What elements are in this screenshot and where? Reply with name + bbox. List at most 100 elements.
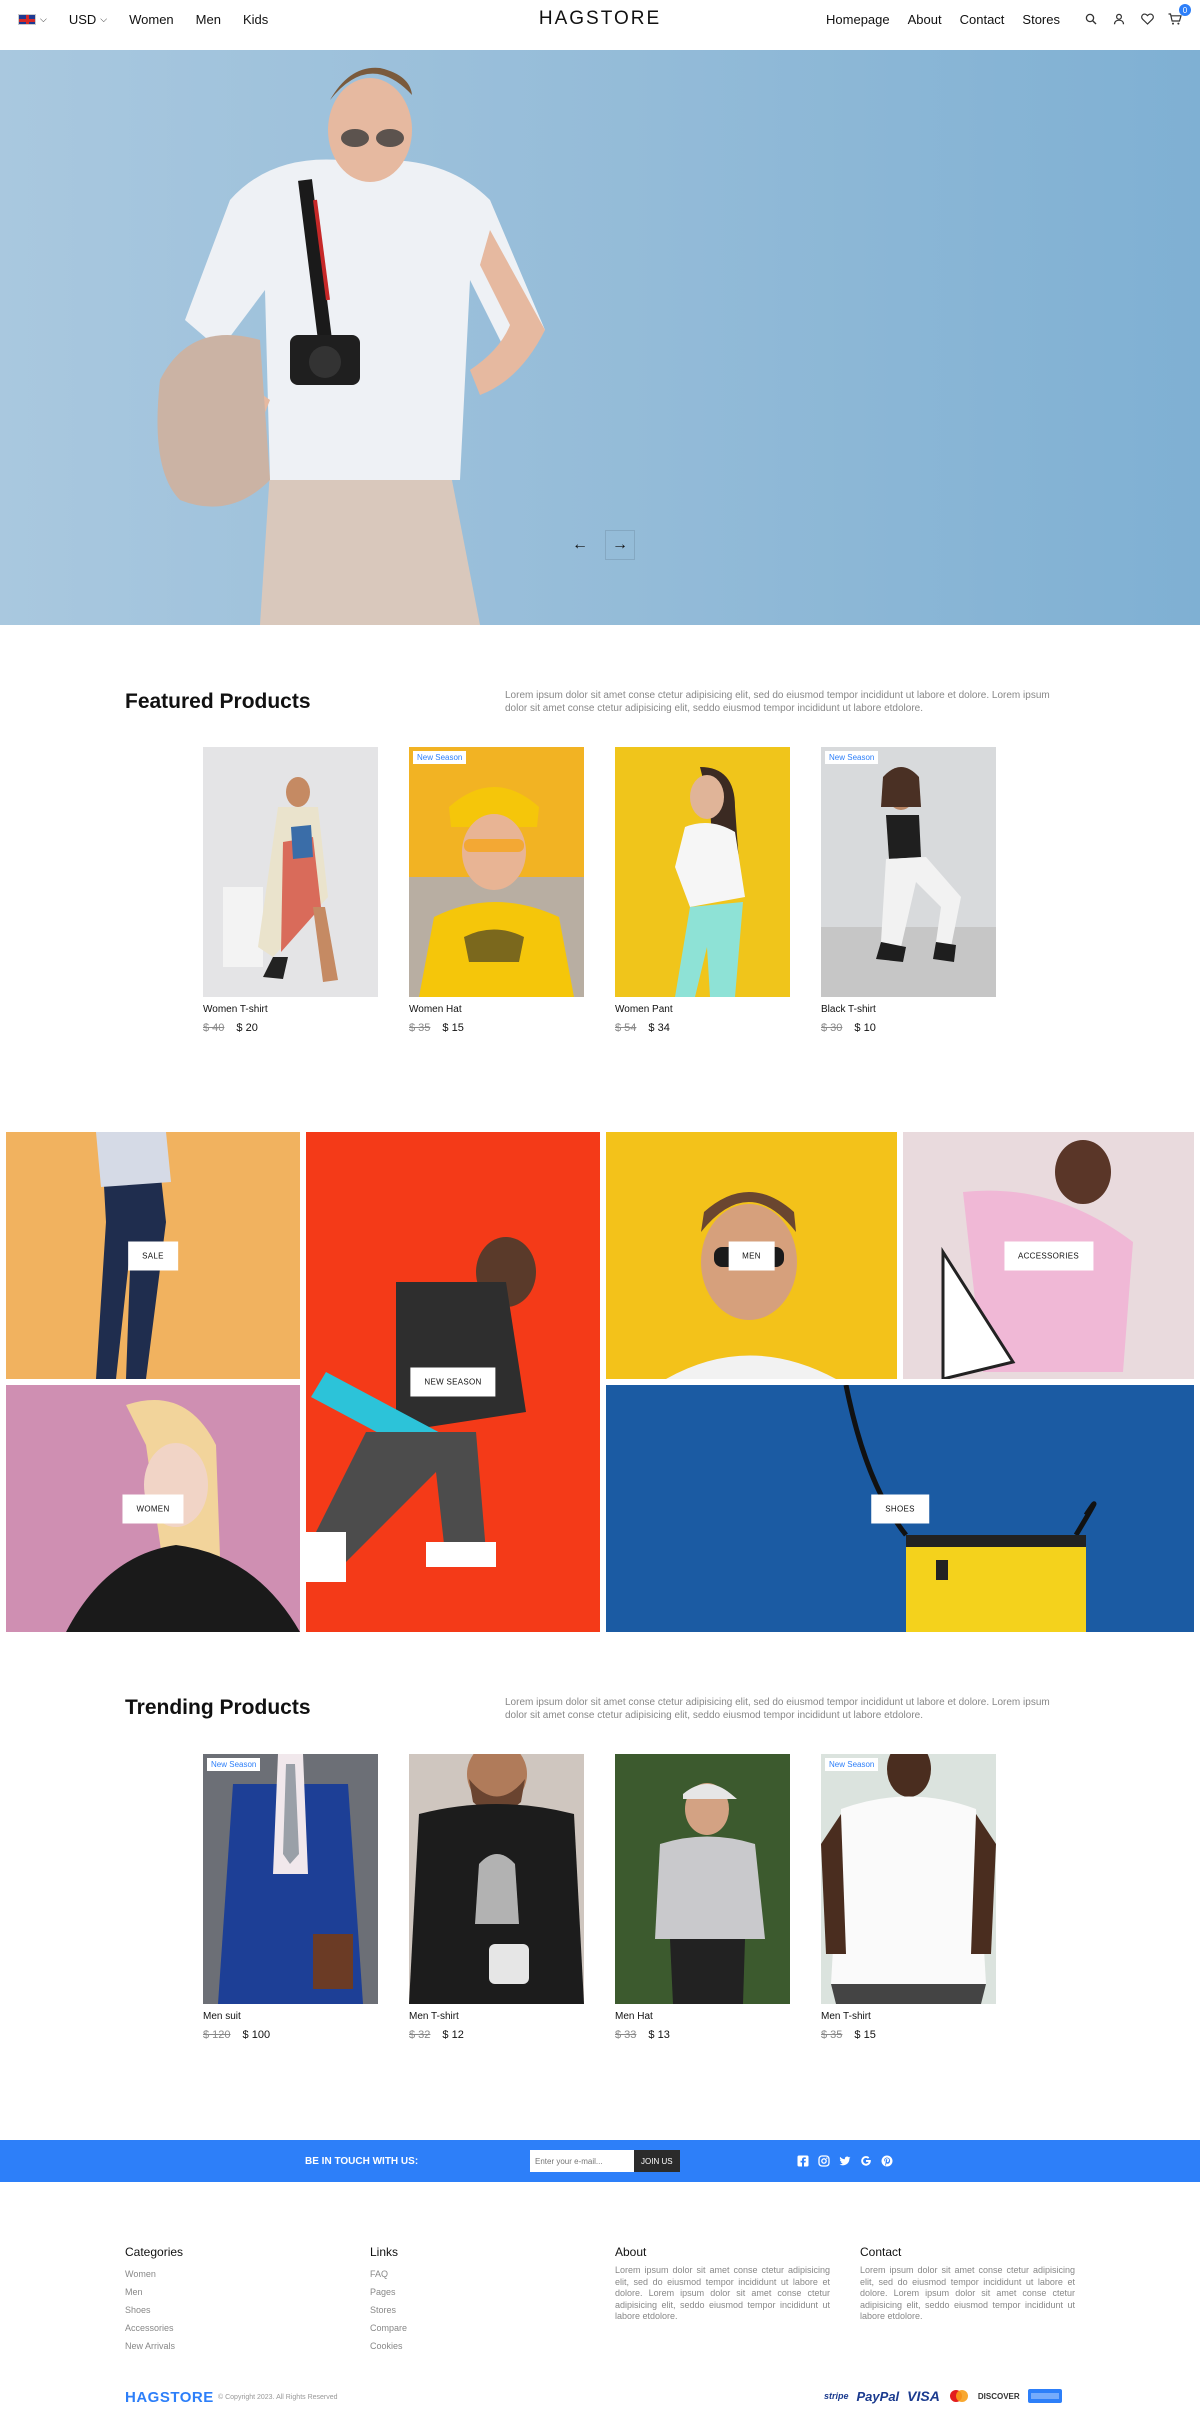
current-price: $ 12 — [442, 2029, 464, 2041]
product-image[interactable] — [615, 747, 790, 997]
site-logo[interactable]: HAGSTORE — [539, 8, 661, 30]
product-image[interactable] — [409, 1754, 584, 2004]
product-prices: $ 33 $ 13 — [615, 2029, 790, 2041]
google-icon[interactable] — [859, 2155, 872, 2168]
trending-title: Trending Products — [125, 1696, 311, 1719]
current-price: $ 15 — [854, 2029, 876, 2041]
category-label[interactable]: NEW SEASON — [410, 1367, 496, 1397]
footer-link[interactable]: Cookies — [370, 2337, 585, 2355]
product-card[interactable]: Women T-shirt $ 40 $ 20 — [203, 747, 378, 1034]
nav-link-homepage[interactable]: Homepage — [826, 12, 890, 27]
category-label[interactable]: WOMEN — [122, 1494, 184, 1523]
pinterest-icon[interactable] — [880, 2155, 893, 2168]
product-name[interactable]: Men Hat — [615, 2011, 790, 2022]
new-season-tag: New Season — [413, 751, 467, 764]
footer-link[interactable]: Pages — [370, 2283, 585, 2301]
hero-image — [157, 67, 545, 625]
product-card[interactable]: New Season Black T-shirt $ 30 $ 10 — [821, 747, 996, 1034]
product-name[interactable]: Men T-shirt — [821, 2011, 996, 2022]
product-prices: $ 54 $ 34 — [615, 1022, 790, 1034]
footer-about: About Lorem ipsum dolor sit amet conse c… — [615, 2245, 830, 2323]
product-card[interactable]: Women Pant $ 54 $ 34 — [615, 747, 790, 1034]
new-season-tag: New Season — [825, 751, 879, 764]
visa-icon: VISA — [907, 2388, 940, 2404]
nav-link-stores[interactable]: Stores — [1022, 12, 1060, 27]
footer-link[interactable]: FAQ — [370, 2265, 585, 2283]
nav-link-men[interactable]: Men — [196, 12, 221, 27]
product-name[interactable]: Men T-shirt — [409, 2011, 584, 2022]
discover-icon: DISCOVER — [977, 2391, 1020, 2401]
newsletter-form: JOIN US — [530, 2150, 680, 2172]
product-prices: $ 32 $ 12 — [409, 2029, 584, 2041]
product-card[interactable]: Men Hat $ 33 $ 13 — [615, 1754, 790, 2041]
product-card[interactable]: Men T-shirt $ 32 $ 12 — [409, 1754, 584, 2041]
product-prices: $ 40 $ 20 — [203, 1022, 378, 1034]
user-icon[interactable] — [1112, 12, 1126, 26]
nav-link-kids[interactable]: Kids — [243, 12, 268, 27]
paypal-icon: PayPal — [856, 2388, 900, 2404]
product-image[interactable] — [203, 747, 378, 997]
product-image[interactable]: New Season — [203, 1754, 378, 2004]
cart-count-badge: 0 — [1179, 4, 1191, 16]
footer-logo[interactable]: HAGSTORE — [125, 2389, 214, 2406]
facebook-icon[interactable] — [796, 2155, 809, 2168]
footer-about-title: About — [615, 2245, 647, 2259]
current-price: $ 10 — [854, 1022, 876, 1034]
product-name[interactable]: Black T-shirt — [821, 1004, 996, 1015]
search-icon[interactable] — [1084, 12, 1098, 26]
join-button[interactable]: JOIN US — [634, 2150, 680, 2172]
product-card[interactable]: New Season Men T-shirt $ 35 $ 15 — [821, 1754, 996, 2041]
footer-link[interactable]: Shoes — [125, 2301, 340, 2319]
category-shoes[interactable]: SHOES — [606, 1385, 1194, 1632]
category-label[interactable]: ACCESSORIES — [1003, 1241, 1094, 1270]
email-input[interactable] — [530, 2150, 634, 2172]
category-label[interactable]: SALE — [128, 1241, 178, 1270]
cart-icon[interactable]: 0 — [1168, 4, 1191, 26]
instagram-icon[interactable] — [817, 2155, 830, 2168]
product-name[interactable]: Women Hat — [409, 1004, 584, 1015]
nav-link-about[interactable]: About — [908, 12, 942, 27]
product-image[interactable]: New Season — [409, 747, 584, 997]
category-new-season[interactable]: NEW SEASON — [306, 1132, 600, 1632]
chevron-down-icon: ⌵ — [40, 13, 47, 24]
product-card[interactable]: New Season Women Hat $ 35 $ 15 — [409, 747, 584, 1034]
footer-link[interactable]: New Arrivals — [125, 2337, 340, 2355]
product-image[interactable]: New Season — [821, 747, 996, 997]
product-name[interactable]: Women T-shirt — [203, 1004, 378, 1015]
footer-contact-title: Contact — [860, 2245, 902, 2259]
category-women[interactable]: WOMEN — [6, 1385, 300, 1632]
product-image[interactable]: New Season — [821, 1754, 996, 2004]
twitter-icon[interactable] — [838, 2155, 851, 2168]
language-selector[interactable]: ⌵ — [18, 13, 47, 25]
category-men[interactable]: MEN — [606, 1132, 897, 1379]
currency-selector[interactable]: USD ⌵ — [69, 12, 107, 27]
featured-description: Lorem ipsum dolor sit amet conse ctetur … — [505, 690, 1050, 714]
footer-about-text: Lorem ipsum dolor sit amet conse ctetur … — [615, 2265, 830, 2321]
product-name[interactable]: Women Pant — [615, 1004, 790, 1015]
arrow-right-icon[interactable]: → — [605, 530, 635, 560]
featured-title: Featured Products — [125, 690, 311, 713]
category-label[interactable]: MEN — [728, 1241, 775, 1270]
product-image[interactable] — [615, 1754, 790, 2004]
amex-icon — [1027, 2389, 1062, 2403]
footer-categories-title: Categories — [125, 2245, 184, 2259]
arrow-left-icon[interactable]: ← — [565, 530, 595, 560]
category-accessories[interactable]: ACCESSORIES — [903, 1132, 1194, 1379]
product-prices: $ 35 $ 15 — [409, 1022, 584, 1034]
footer-categories: Categories Women Men Shoes Accessories N… — [125, 2245, 340, 2355]
category-sale[interactable]: SALE — [6, 1132, 300, 1379]
product-name[interactable]: Men suit — [203, 2011, 378, 2022]
footer-links: Links FAQ Pages Stores Compare Cookies — [370, 2245, 585, 2355]
footer-link[interactable]: Men — [125, 2283, 340, 2301]
footer-link[interactable]: Compare — [370, 2319, 585, 2337]
footer-link[interactable]: Women — [125, 2265, 340, 2283]
footer-link[interactable]: Accessories — [125, 2319, 340, 2337]
nav-right: Homepage About Contact Stores 0 — [826, 4, 1191, 27]
nav-link-women[interactable]: Women — [129, 12, 174, 27]
nav-link-contact[interactable]: Contact — [960, 12, 1005, 27]
copyright: © Copyright 2023. All Rights Reserved — [218, 2394, 338, 2401]
footer-link[interactable]: Stores — [370, 2301, 585, 2319]
category-label[interactable]: SHOES — [871, 1494, 929, 1523]
heart-icon[interactable] — [1140, 12, 1154, 26]
product-card[interactable]: New Season Men suit $ 120 $ 100 — [203, 1754, 378, 2041]
